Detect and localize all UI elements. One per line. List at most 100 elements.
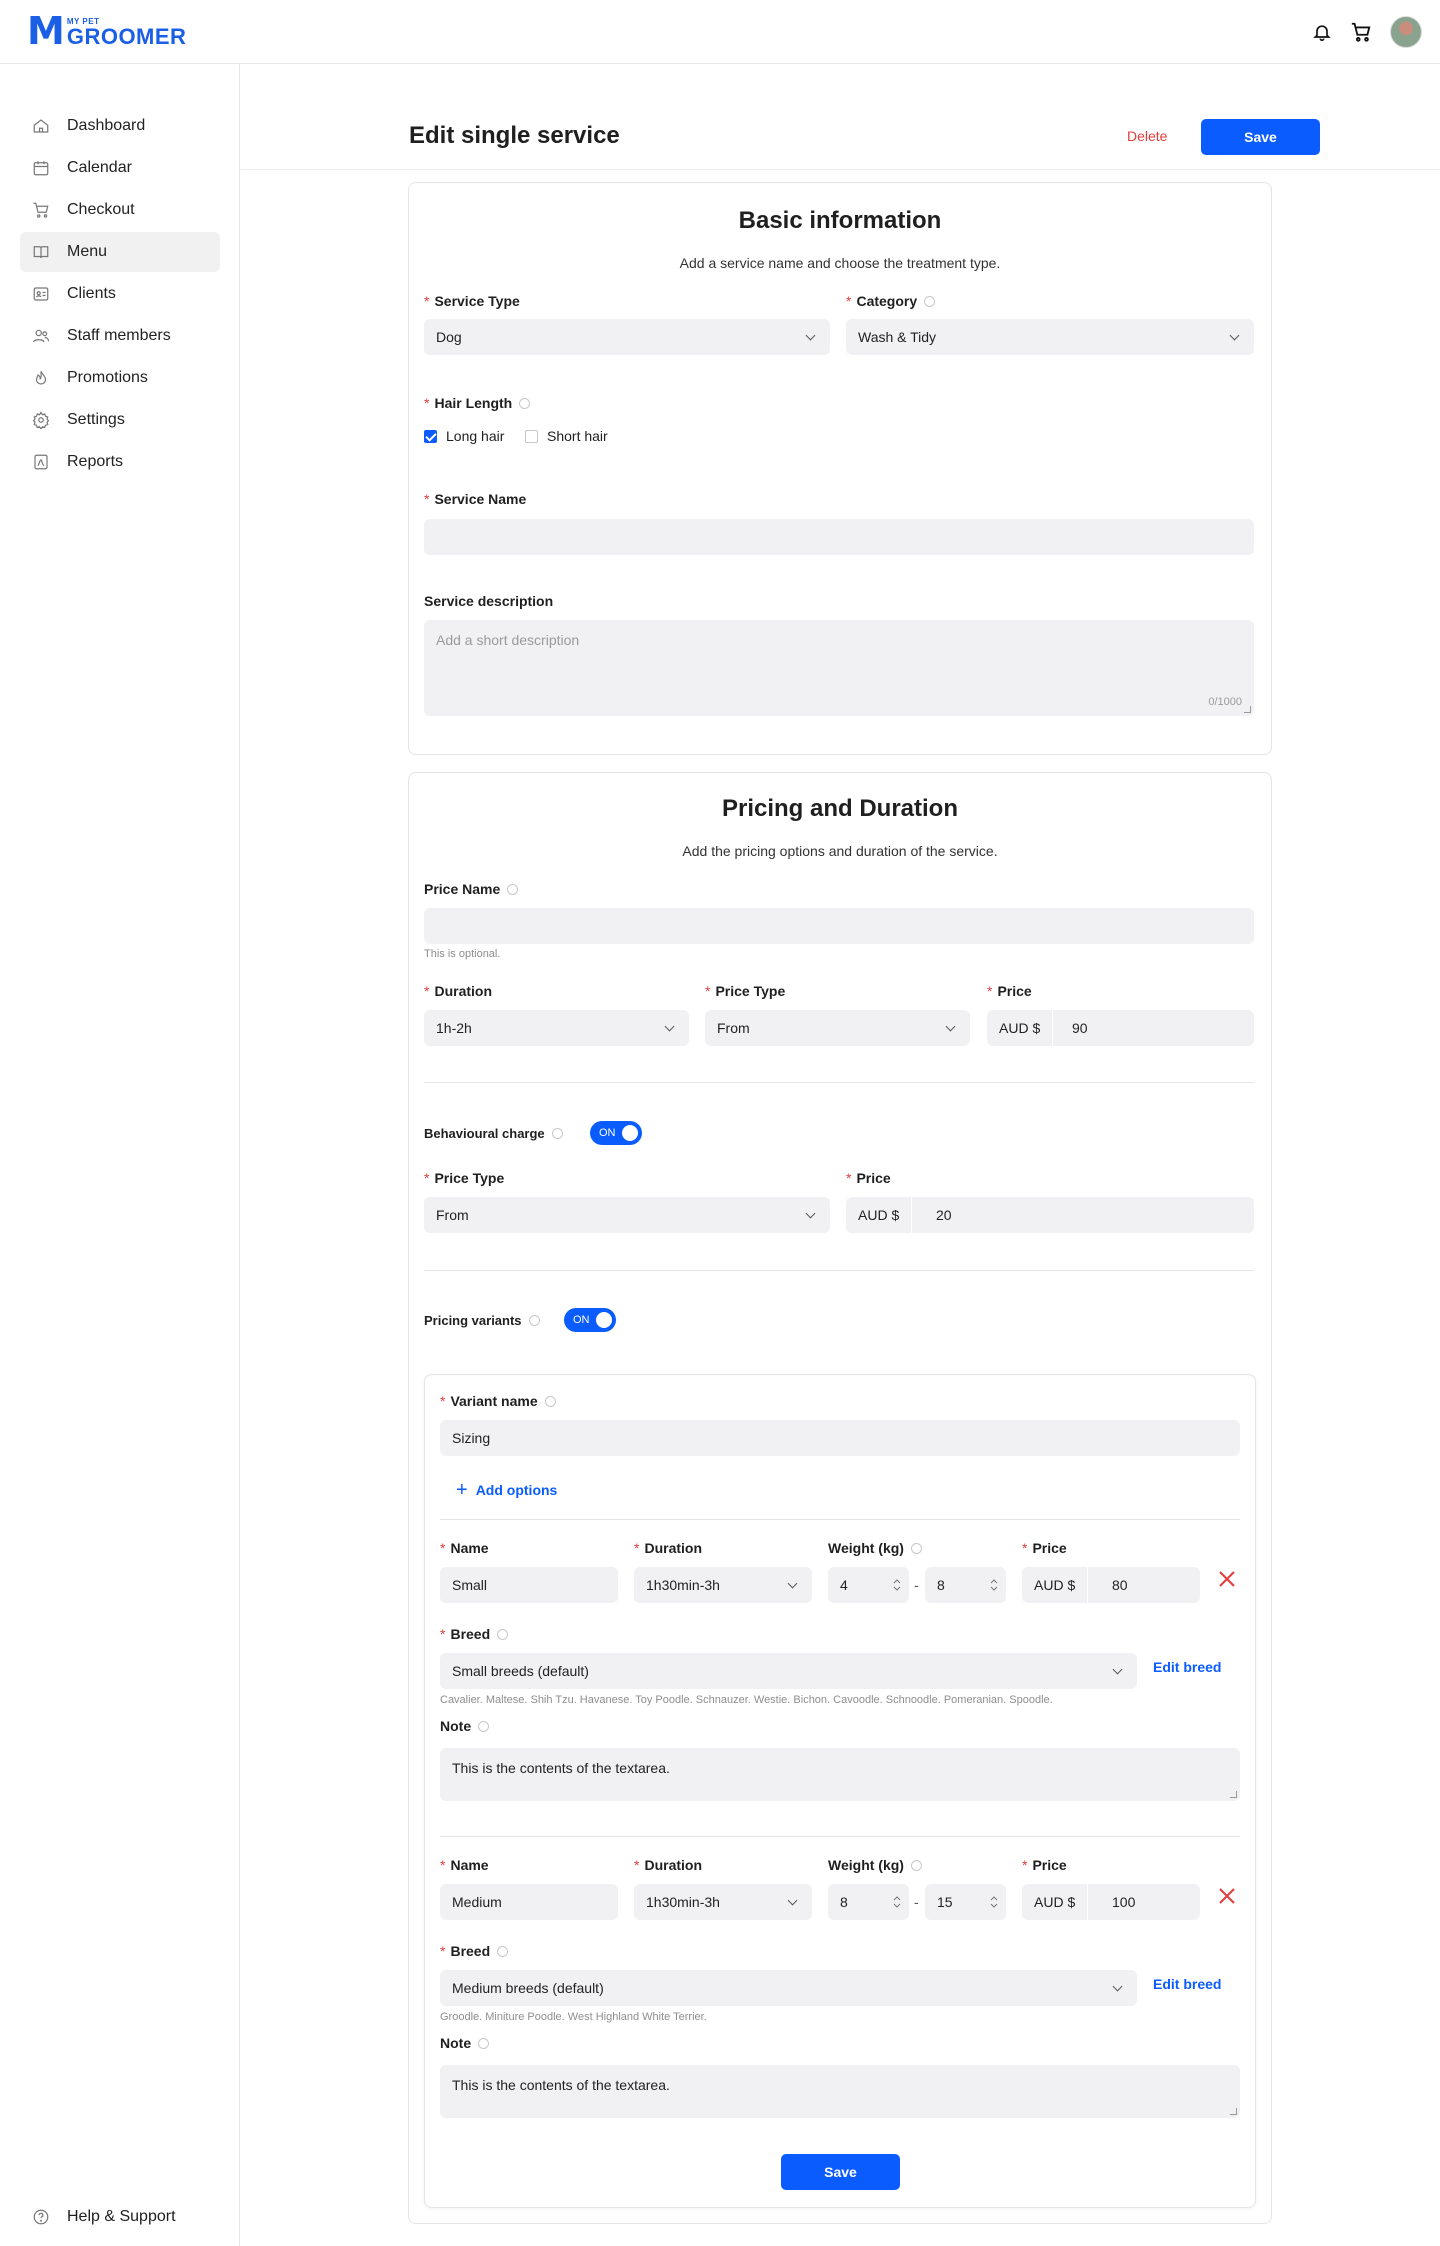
behavioural-price-type-select[interactable]: From bbox=[424, 1197, 830, 1233]
divider bbox=[440, 1519, 1240, 1520]
behavioural-charge-label: Behavioural charge bbox=[424, 1126, 563, 1141]
info-icon bbox=[551, 1128, 563, 1139]
service-type-label: * Service Type bbox=[424, 293, 520, 309]
brand-logo[interactable]: M MY PET GROOMER bbox=[27, 9, 187, 53]
variant-name-input[interactable]: Sizing bbox=[440, 1420, 1240, 1456]
price-type-label: * Price Type bbox=[705, 983, 786, 999]
price-name-hint: This is optional. bbox=[424, 948, 501, 960]
category-select[interactable]: Wash & Tidy bbox=[846, 319, 1254, 355]
save-button[interactable]: Save bbox=[1201, 119, 1320, 155]
help-support-link[interactable]: Help & Support bbox=[32, 2208, 176, 2226]
breed-select[interactable]: Small breeds (default) bbox=[440, 1653, 1137, 1689]
info-icon bbox=[519, 397, 531, 409]
service-description-textarea[interactable]: Add a short description 0/1000 bbox=[424, 620, 1254, 716]
pricing-subtitle: Add the pricing options and duration of … bbox=[682, 843, 998, 859]
sidebar-item-staff-members[interactable]: Staff members bbox=[20, 316, 220, 356]
add-options-button[interactable]: + Add options bbox=[456, 1480, 557, 1500]
option-price-input[interactable]: AUD $ 100 bbox=[1022, 1884, 1200, 1920]
divider bbox=[424, 1082, 1254, 1083]
sidebar-item-calendar[interactable]: Calendar bbox=[20, 148, 220, 188]
stepper-icon[interactable] bbox=[893, 1894, 901, 1910]
gear-icon bbox=[32, 411, 50, 429]
variant-save-button[interactable]: Save bbox=[781, 2154, 900, 2190]
remove-option-icon[interactable] bbox=[1217, 1886, 1237, 1906]
currency-prefix: AUD $ bbox=[987, 1010, 1054, 1046]
checkbox-unchecked-icon bbox=[525, 429, 538, 443]
plus-icon: + bbox=[456, 1479, 468, 1501]
description-char-count: 0/1000 bbox=[1208, 696, 1242, 708]
resize-handle-icon[interactable] bbox=[1230, 1791, 1237, 1798]
pricing-variants-label: Pricing variants bbox=[424, 1313, 540, 1328]
duration-select[interactable]: 1h-2h bbox=[424, 1010, 689, 1046]
stepper-icon[interactable] bbox=[990, 1894, 998, 1910]
weight-min-input[interactable]: 8 bbox=[828, 1884, 909, 1920]
sidebar-item-label: Promotions bbox=[67, 369, 148, 386]
option-price-label: * Price bbox=[1022, 1540, 1067, 1556]
option-name-input[interactable]: Small bbox=[440, 1567, 618, 1603]
resize-handle-icon[interactable] bbox=[1244, 706, 1251, 713]
note-textarea[interactable]: This is the contents of the textarea. bbox=[440, 2065, 1240, 2118]
checkbox-checked-icon bbox=[424, 429, 437, 443]
service-description-label: Service description bbox=[424, 593, 554, 609]
edit-breed-button[interactable]: Edit breed bbox=[1153, 1659, 1221, 1675]
option-duration-select[interactable]: 1h30min-3h bbox=[634, 1567, 812, 1603]
breed-select[interactable]: Medium breeds (default) bbox=[440, 1970, 1137, 2006]
page-header: Edit single service Delete Save bbox=[241, 64, 1440, 170]
service-type-select[interactable]: Dog bbox=[424, 319, 830, 355]
service-name-input[interactable] bbox=[424, 519, 1254, 555]
top-bar: M MY PET GROOMER bbox=[0, 0, 1440, 64]
remove-option-icon[interactable] bbox=[1217, 1569, 1237, 1589]
stepper-icon[interactable] bbox=[893, 1577, 901, 1593]
basic-info-title: Basic information bbox=[738, 207, 942, 234]
behavioural-charge-toggle[interactable]: ON bbox=[590, 1121, 642, 1145]
option-price-input[interactable]: AUD $ 80 bbox=[1022, 1567, 1200, 1603]
note-textarea[interactable]: This is the contents of the textarea. bbox=[440, 1748, 1240, 1801]
logo-big-text: GROOMER bbox=[66, 24, 187, 49]
currency-prefix: AUD $ bbox=[1022, 1884, 1089, 1920]
basic-info-subtitle: Add a service name and choose the treatm… bbox=[679, 255, 1001, 271]
note-label: Note bbox=[440, 1718, 490, 1734]
help-icon bbox=[33, 2209, 49, 2225]
sidebar-item-menu[interactable]: Menu bbox=[20, 232, 220, 272]
price-type-select[interactable]: From bbox=[705, 1010, 970, 1046]
sidebar-item-label: Calendar bbox=[67, 159, 132, 176]
service-name-label: * Service Name bbox=[424, 491, 527, 507]
sidebar-nav: Dashboard Calendar Checkout Menu Clients… bbox=[20, 106, 220, 484]
weight-max-input[interactable]: 8 bbox=[925, 1567, 1006, 1603]
help-support-label: Help & Support bbox=[67, 2208, 176, 2225]
delete-button[interactable]: Delete bbox=[1127, 128, 1167, 144]
stepper-icon[interactable] bbox=[990, 1577, 998, 1593]
sidebar-item-checkout[interactable]: Checkout bbox=[20, 190, 220, 230]
pricing-variants-toggle[interactable]: ON bbox=[564, 1308, 616, 1332]
flame-icon bbox=[35, 371, 47, 385]
info-icon bbox=[497, 1628, 509, 1640]
resize-handle-icon[interactable] bbox=[1230, 2108, 1237, 2115]
cart-icon[interactable] bbox=[1350, 21, 1372, 43]
sidebar: Dashboard Calendar Checkout Menu Clients… bbox=[0, 64, 240, 2246]
option-name-input[interactable]: Medium bbox=[440, 1884, 618, 1920]
weight-max-input[interactable]: 15 bbox=[925, 1884, 1006, 1920]
sidebar-item-reports[interactable]: Reports bbox=[20, 442, 220, 482]
long-hair-checkbox[interactable]: Long hair bbox=[424, 428, 504, 444]
behavioural-price-label: * Price bbox=[846, 1170, 891, 1186]
sidebar-item-settings[interactable]: Settings bbox=[20, 400, 220, 440]
logo-mark: M bbox=[27, 9, 65, 53]
sidebar-item-label: Reports bbox=[67, 453, 124, 470]
info-icon bbox=[924, 295, 936, 307]
option-duration-select[interactable]: 1h30min-3h bbox=[634, 1884, 812, 1920]
staff-icon bbox=[32, 329, 50, 343]
behavioural-price-input[interactable]: AUD $ 20 bbox=[846, 1197, 1254, 1233]
sidebar-item-promotions[interactable]: Promotions bbox=[20, 358, 220, 398]
price-input[interactable]: AUD $ 90 bbox=[987, 1010, 1254, 1046]
bell-icon[interactable] bbox=[1312, 22, 1332, 42]
page-title: Edit single service bbox=[409, 122, 620, 149]
option-price-label: * Price bbox=[1022, 1857, 1067, 1873]
short-hair-checkbox[interactable]: Short hair bbox=[525, 428, 608, 444]
edit-breed-button[interactable]: Edit breed bbox=[1153, 1976, 1221, 1992]
sidebar-item-clients[interactable]: Clients bbox=[20, 274, 220, 314]
weight-min-input[interactable]: 4 bbox=[828, 1567, 909, 1603]
sidebar-item-dashboard[interactable]: Dashboard bbox=[20, 106, 220, 146]
price-name-input[interactable] bbox=[424, 908, 1254, 944]
duration-label: * Duration bbox=[424, 983, 493, 999]
avatar[interactable] bbox=[1390, 16, 1422, 48]
